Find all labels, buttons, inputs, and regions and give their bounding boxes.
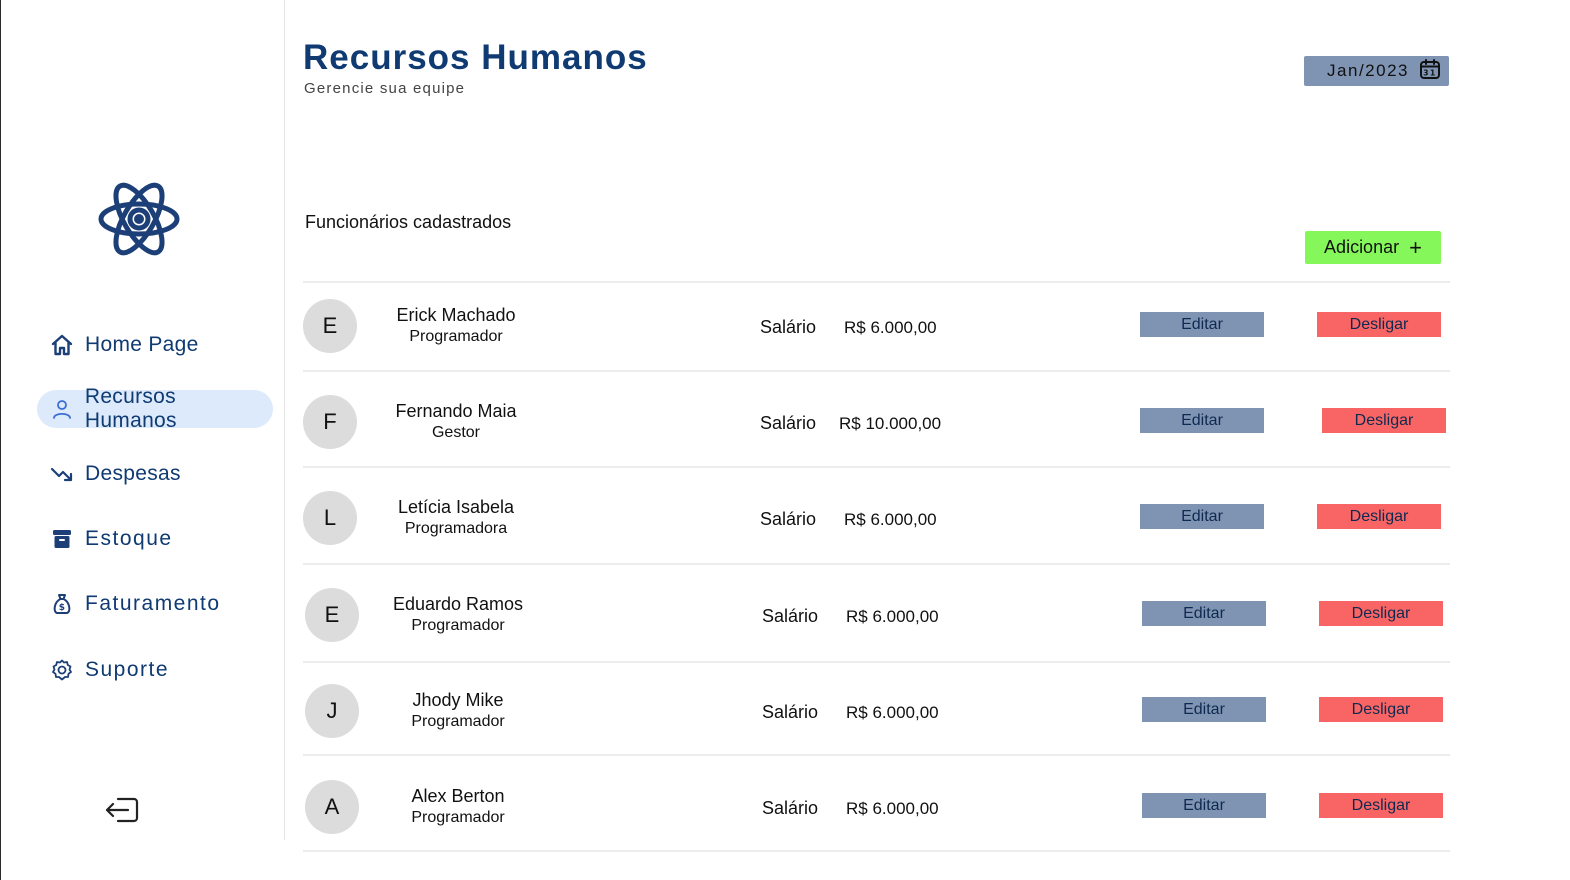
salary-value: R$ 6.000,00 — [844, 510, 937, 529]
svg-text:$: $ — [59, 603, 66, 613]
atom-icon[interactable] — [97, 180, 181, 258]
employee-role: Programador — [409, 328, 503, 345]
salary-value: R$ 6.000,00 — [844, 318, 937, 337]
employee-row: E Eduardo Ramos Programador Salário R$ 6… — [303, 563, 1450, 659]
calendar-icon: 31 — [1419, 58, 1441, 85]
avatar: L — [303, 491, 357, 545]
salary-label: Salário — [762, 798, 819, 818]
sidebar-item-suporte[interactable]: Suporte — [37, 651, 273, 689]
salary-label: Salário — [760, 413, 817, 433]
sidebar-item-label: Despesas — [85, 462, 181, 485]
avatar: F — [303, 395, 357, 449]
employee-row: A Alex Berton Programador Salário R$ 6.0… — [303, 754, 1450, 850]
edit-button[interactable]: Editar — [1140, 504, 1264, 529]
sidebar-item-label: Recursos Humanos — [84, 385, 177, 432]
add-employee-button[interactable]: Adicionar + — [1305, 231, 1441, 264]
employee-name: Alex Berton — [411, 786, 505, 806]
dismiss-button[interactable]: Desligar — [1322, 408, 1446, 433]
avatar: E — [303, 299, 357, 353]
edit-button[interactable]: Editar — [1142, 793, 1266, 818]
section-title: Funcionários cadastrados — [305, 212, 512, 232]
date-picker-button[interactable]: Jan/2023 31 — [1304, 56, 1449, 86]
sidebar-item-label: Estoque — [85, 527, 173, 550]
page-title: Recursos Humanos — [303, 38, 648, 77]
calendar-icon-day: 31 — [1423, 68, 1436, 77]
archive-icon — [49, 526, 75, 552]
salary-value: R$ 6.000,00 — [846, 703, 939, 722]
employee-row: J Jhody Mike Programador Salário R$ 6.00… — [303, 661, 1450, 757]
dismiss-button[interactable]: Desligar — [1319, 601, 1443, 626]
salary-value: R$ 6.000,00 — [846, 607, 939, 626]
employee-role: Programador — [411, 809, 505, 826]
divider — [303, 850, 1450, 852]
employee-name: Fernando Maia — [395, 401, 517, 421]
dismiss-button[interactable]: Desligar — [1319, 697, 1443, 722]
employee-row: E Erick Machado Programador Salário R$ 6… — [303, 281, 1450, 377]
plus-icon: + — [1409, 234, 1422, 260]
sidebar-item-label: Suporte — [85, 658, 170, 681]
employee-row: F Fernando Maia Gestor Salário R$ 10.000… — [303, 370, 1450, 466]
home-icon — [49, 332, 75, 358]
page-subtitle: Gerencie sua equipe — [304, 80, 466, 97]
dismiss-button[interactable]: Desligar — [1317, 312, 1441, 337]
edit-button[interactable]: Editar — [1142, 697, 1266, 722]
edit-button[interactable]: Editar — [1142, 601, 1266, 626]
employee-role: Programadora — [404, 520, 508, 537]
sidebar: Home Page Recursos Humanos Despesas Esto… — [0, 0, 285, 840]
trending-down-icon — [49, 461, 75, 487]
employee-role: Programador — [411, 713, 505, 730]
avatar: A — [305, 780, 359, 834]
edit-button[interactable]: Editar — [1140, 312, 1264, 337]
salary-value: R$ 10.000,00 — [839, 414, 942, 433]
sidebar-item-label: Home Page — [85, 333, 199, 356]
salary-value: R$ 6.000,00 — [846, 799, 939, 818]
salary-label: Salário — [762, 702, 819, 722]
sidebar-item-recursos-humanos[interactable]: Recursos Humanos — [37, 385, 273, 432]
money-bag-icon: $ — [49, 591, 75, 617]
dismiss-button[interactable]: Desligar — [1319, 793, 1443, 818]
salary-label: Salário — [762, 606, 819, 626]
employee-name: Erick Machado — [396, 305, 516, 325]
employee-role: Programador — [411, 617, 505, 634]
logout-icon[interactable] — [104, 795, 140, 825]
salary-label: Salário — [760, 509, 817, 529]
sidebar-item-estoque[interactable]: Estoque — [37, 520, 273, 558]
sidebar-item-label: Faturamento — [85, 592, 221, 615]
employee-row: L Letícia Isabela Programadora Salário R… — [303, 466, 1450, 562]
edit-button[interactable]: Editar — [1140, 408, 1264, 433]
sidebar-item-faturamento[interactable]: $ Faturamento — [37, 585, 273, 623]
avatar: E — [305, 588, 359, 642]
sidebar-item-home[interactable]: Home Page — [37, 326, 273, 364]
avatar: J — [305, 684, 359, 738]
user-icon — [49, 396, 75, 422]
employee-name: Jhody Mike — [412, 690, 504, 710]
date-label: Jan/2023 — [1327, 61, 1409, 80]
employee-name: Eduardo Ramos — [392, 594, 524, 614]
salary-label: Salário — [760, 317, 817, 337]
dismiss-button[interactable]: Desligar — [1317, 504, 1441, 529]
gear-icon — [49, 657, 75, 683]
employee-role: Gestor — [431, 424, 480, 441]
employee-name: Letícia Isabela — [397, 497, 515, 517]
add-button-label: Adicionar — [1324, 237, 1400, 257]
sidebar-item-despesas[interactable]: Despesas — [37, 455, 273, 493]
